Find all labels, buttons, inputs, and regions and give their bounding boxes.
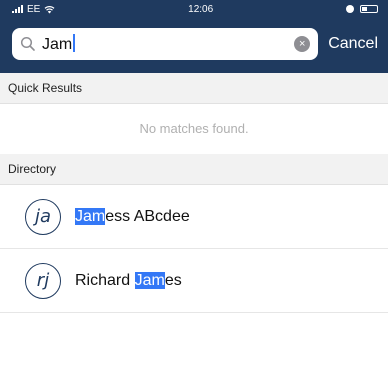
- avatar: rj: [25, 262, 61, 299]
- match-highlight: Jam: [75, 207, 106, 225]
- directory-item[interactable]: rj Richard James: [0, 249, 388, 313]
- contact-name: Richard James: [75, 271, 182, 289]
- avatar: ja: [25, 198, 61, 235]
- app-header: EE 12:06 Jam × Cancel: [0, 0, 388, 73]
- status-right: [346, 5, 378, 13]
- directory-item[interactable]: ja Jamess ABcdee: [0, 185, 388, 249]
- search-input[interactable]: Jam ×: [12, 27, 319, 60]
- cancel-button[interactable]: Cancel: [328, 35, 378, 53]
- signal-icon: [12, 5, 23, 13]
- search-row: Jam × Cancel: [12, 27, 378, 60]
- search-icon: [20, 36, 35, 51]
- carrier-label: EE: [27, 3, 41, 15]
- text-caret: [73, 33, 76, 52]
- orientation-lock-icon: [346, 5, 354, 13]
- wifi-icon: [44, 5, 55, 13]
- clock: 12:06: [188, 3, 214, 15]
- battery-icon: [360, 5, 378, 13]
- search-query: Jam: [42, 33, 76, 54]
- status-left: EE: [12, 4, 55, 15]
- status-bar: EE 12:06: [0, 0, 388, 18]
- quick-results-header: Quick Results: [0, 73, 388, 104]
- clear-icon[interactable]: ×: [294, 35, 311, 52]
- match-highlight: Jam: [134, 271, 165, 289]
- no-matches-text: No matches found.: [139, 121, 249, 136]
- contact-name: Jamess ABcdee: [75, 207, 190, 225]
- directory-header: Directory: [0, 154, 388, 185]
